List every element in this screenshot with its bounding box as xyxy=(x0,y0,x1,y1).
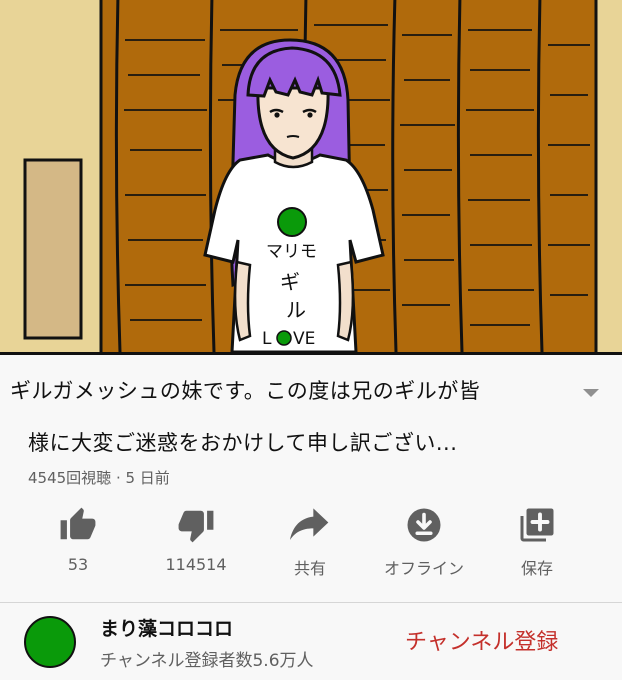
chevron-down-icon[interactable] xyxy=(580,385,602,401)
download-icon xyxy=(406,505,442,545)
video-title-line-2: 様に大変ご迷惑をおかけして申し訳ござい... xyxy=(28,431,458,455)
shirt-text-marimo: マリモ xyxy=(266,242,317,262)
share-button[interactable]: 共有 xyxy=(255,505,365,590)
like-button[interactable]: 53 xyxy=(23,505,133,590)
offline-download-button[interactable]: オフライン xyxy=(369,505,479,590)
shirt-text-l: L xyxy=(262,329,272,349)
share-icon xyxy=(290,505,330,545)
offline-label: オフライン xyxy=(383,559,464,578)
thumbs-up-icon xyxy=(58,505,98,545)
action-bar: 53 114514 共有 オフライン 保存 xyxy=(0,505,622,595)
subscribe-button[interactable]: チャンネル登録 xyxy=(405,626,605,660)
video-player[interactable]: マリモ ギ ル L VE xyxy=(0,0,622,355)
shirt-text-ve: VE xyxy=(293,329,315,349)
save-button[interactable]: 保存 xyxy=(482,505,592,590)
video-frame-illustration: マリモ ギ ル L VE xyxy=(0,0,622,352)
add-to-playlist-icon xyxy=(519,505,555,545)
divider xyxy=(0,602,622,603)
channel-subscriber-count: チャンネル登録者数5.6万人 xyxy=(100,651,314,671)
dislike-count: 114514 xyxy=(165,555,227,574)
shirt-text-gi: ギ xyxy=(280,270,300,294)
view-count-and-date: 4545回視聴 · 5 日前 xyxy=(28,469,170,487)
like-count: 53 xyxy=(67,555,89,574)
share-label: 共有 xyxy=(293,559,326,578)
video-title-line-1: ギルガメッシュの妹です。この度は兄のギルが皆 xyxy=(10,379,481,403)
channel-avatar[interactable] xyxy=(24,616,76,668)
shirt-text-ru: ル xyxy=(286,298,306,322)
shirt-heart-dot xyxy=(276,330,292,346)
dislike-button[interactable]: 114514 xyxy=(141,505,251,590)
save-label: 保存 xyxy=(520,559,553,578)
thumbs-down-icon xyxy=(176,505,216,545)
channel-name[interactable]: まり藻コロコロ xyxy=(100,614,233,641)
